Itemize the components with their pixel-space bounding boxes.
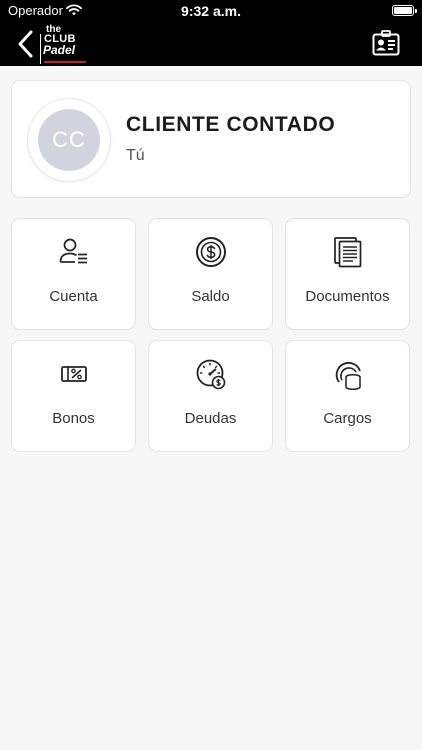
tile-label-documentos: Documentos <box>305 288 390 305</box>
contact-card-button[interactable] <box>372 30 400 56</box>
avatar-ring: CC <box>28 99 110 181</box>
client-profile-card[interactable]: CC CLIENTE CONTADO Tú <box>11 80 411 198</box>
client-role: Tú <box>126 147 145 164</box>
gauge-debt-icon <box>149 357 272 391</box>
tile-label-deudas: Deudas <box>184 410 237 427</box>
tile-cargos[interactable]: Cargos <box>285 340 410 452</box>
contact-card-icon <box>372 30 400 56</box>
logo-text-padel: Padel <box>43 43 76 57</box>
tile-label-cuenta: Cuenta <box>49 288 98 305</box>
user-list-icon <box>12 235 135 269</box>
tile-label-cargos: Cargos <box>323 410 372 427</box>
battery-icon <box>392 5 417 16</box>
back-button[interactable] <box>14 28 38 60</box>
avatar: CC <box>38 109 100 171</box>
tile-deudas[interactable]: Deudas <box>148 340 273 452</box>
tile-label-bonos: Bonos <box>52 410 95 427</box>
percent-ticket-icon <box>12 357 135 391</box>
tile-saldo[interactable]: Saldo <box>148 218 273 330</box>
status-bar: Operador 9:32 a.m. <box>0 0 422 22</box>
status-time: 9:32 a.m. <box>181 3 241 19</box>
tile-label-saldo: Saldo <box>191 288 230 305</box>
documents-icon <box>286 235 409 269</box>
club-padel-logo: the CLUB Padel <box>40 22 88 66</box>
chevron-left-icon <box>18 30 33 58</box>
dollar-coin-icon <box>149 235 272 269</box>
tile-documentos[interactable]: Documentos <box>285 218 410 330</box>
battery-level <box>394 7 412 14</box>
tile-cuenta[interactable]: Cuenta <box>11 218 136 330</box>
tile-bonos[interactable]: Bonos <box>11 340 136 452</box>
coins-stack-icon <box>286 357 409 391</box>
client-name: CLIENTE CONTADO <box>126 113 336 136</box>
navigation-bar: the CLUB Padel <box>0 22 422 66</box>
